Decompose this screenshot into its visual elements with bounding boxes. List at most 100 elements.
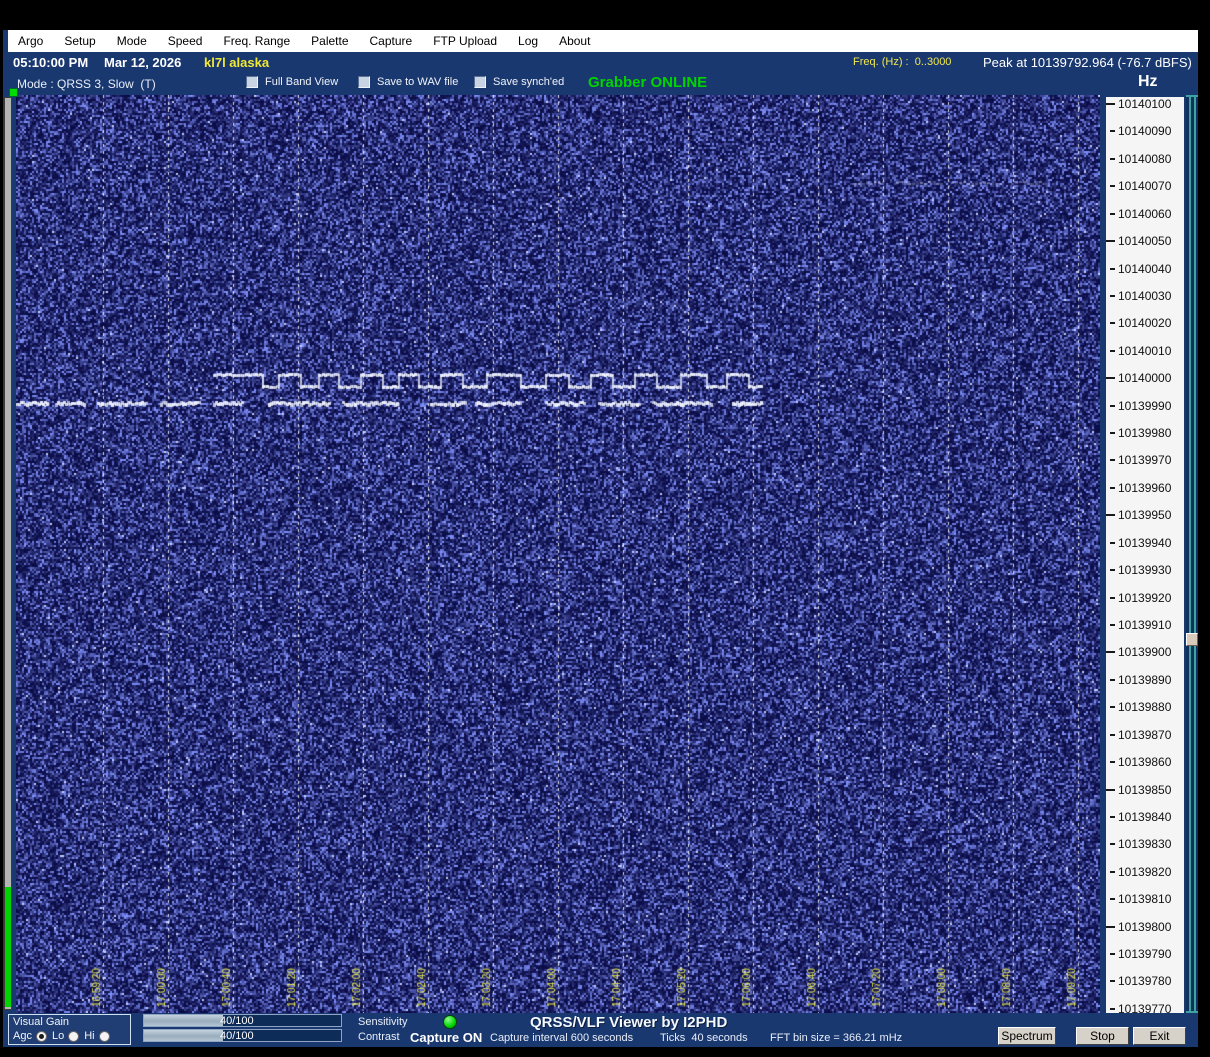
freq-tick [1110,734,1115,736]
freq-label-row: 10139810 [1106,892,1184,906]
freq-label: 10139910 [1118,618,1172,632]
freq-label-row: 10140030 [1106,289,1184,303]
freq-label: 10139880 [1118,700,1172,714]
freq-label-row: 10140020 [1106,316,1184,330]
frequency-scrollbar[interactable] [1186,95,1198,1013]
freq-label-row: 10139980 [1106,426,1184,440]
freq-tick [1110,980,1115,982]
freq-label-row: 10139780 [1106,974,1184,988]
checkbox-box-icon[interactable] [246,76,258,88]
freq-tick [1106,926,1115,928]
freq-label: 10140090 [1118,124,1172,138]
freq-label-row: 10139970 [1106,453,1184,467]
scrollbar-rail [1189,95,1191,1013]
menu-item-freq-range[interactable]: Freq. Range [223,34,290,48]
menu-item-setup[interactable]: Setup [64,34,95,48]
sensitivity-slider-fill [144,1015,223,1026]
exit-button[interactable]: Exit [1133,1027,1186,1045]
freq-label: 10139940 [1118,536,1172,550]
freq-label: 10140000 [1118,371,1172,385]
freq-label: 10139890 [1118,673,1172,687]
checkbox-box-icon[interactable] [474,76,486,88]
freq-range-readout: Freq. (Hz) : 0..3000 [853,56,952,68]
sensitivity-slider[interactable]: 40/100 [143,1014,342,1027]
menu-item-palette[interactable]: Palette [311,34,348,48]
visual-gain-radios: Agc Lo Hi [13,1030,110,1042]
checkbox-full-band-view[interactable]: Full Band View [246,76,338,88]
radio-lo[interactable]: Lo [52,1030,80,1042]
menu-item-ftp-upload[interactable]: FTP Upload [433,34,497,48]
freq-tick [1110,213,1115,215]
hz-axis-label: Hz [1138,73,1158,90]
freq-tick [1110,158,1115,160]
date: Mar 12, 2026 [104,55,182,70]
freq-label-row: 10139990 [1106,399,1184,413]
freq-label: 10140100 [1118,97,1172,111]
freq-label-row: 10140100 [1106,97,1184,111]
freq-label-row: 10139820 [1106,865,1184,879]
checkbox-save-synch-ed[interactable]: Save synch'ed [474,76,564,88]
menu-item-about[interactable]: About [559,34,590,48]
checkbox-save-to-wav-file[interactable]: Save to WAV file [358,76,458,88]
radio-circle-icon[interactable] [35,1030,47,1042]
freq-label: 10139790 [1118,947,1172,961]
freq-label-row: 10140000 [1106,371,1184,385]
freq-label-row: 10139870 [1106,728,1184,742]
menu-item-argo[interactable]: Argo [18,34,43,48]
bottom-bar: Visual Gain Agc Lo Hi 40/100 40/100 Sensit… [3,1013,1198,1047]
freq-tick [1110,816,1115,818]
freq-tick [1106,240,1115,242]
checkbox-box-icon[interactable] [358,76,370,88]
menu-bar: Argo Setup Mode Speed Freq. Range Palette Capt… [8,30,1198,52]
freq-tick [1110,679,1115,681]
freq-label: 10139800 [1118,920,1172,934]
freq-tick [1110,322,1115,324]
menu-item-capture[interactable]: Capture [370,34,413,48]
freq-tick [1110,268,1115,270]
scrollbar-cap [1186,95,1198,97]
freq-label: 10140060 [1118,207,1172,221]
menu-item-mode[interactable]: Mode [117,34,147,48]
freq-tick [1110,459,1115,461]
stop-button[interactable]: Stop [1076,1027,1129,1045]
freq-label-row: 10140070 [1106,179,1184,193]
freq-label-row: 10139900 [1106,645,1184,659]
radio-circle-icon[interactable] [68,1030,80,1042]
freq-label-row: 10140060 [1106,207,1184,221]
visual-gain-label: Visual Gain [13,1016,70,1028]
spectrum-button[interactable]: Spectrum [998,1027,1056,1045]
freq-label: 10139960 [1118,481,1172,495]
scrollbar-thumb[interactable] [1186,633,1198,646]
menu-item-speed[interactable]: Speed [168,34,203,48]
sensitivity-label: Sensitivity [358,1016,408,1028]
freq-label: 10139850 [1118,783,1172,797]
waterfall-display[interactable] [16,95,1100,1013]
capture-interval-info: Capture interval 600 seconds [490,1032,634,1044]
freq-label-row: 10140080 [1106,152,1184,166]
menu-item-log[interactable]: Log [518,34,538,48]
freq-label-row: 10139800 [1106,920,1184,934]
freq-tick [1110,953,1115,955]
contrast-label: Contrast [358,1031,400,1043]
freq-label: 10140030 [1118,289,1172,303]
radio-circle-icon[interactable] [98,1030,110,1042]
checkbox-label: Save synch'ed [493,76,565,88]
freq-tick [1110,898,1115,900]
contrast-slider[interactable]: 40/100 [143,1029,342,1042]
mode-label: Mode : QRSS 3, Slow (T) [17,77,156,91]
freq-label-row: 10139880 [1106,700,1184,714]
freq-tick [1110,405,1115,407]
freq-label: 10139900 [1118,645,1172,659]
freq-label: 10140080 [1118,152,1172,166]
freq-tick [1106,377,1115,379]
freq-label-row: 10140090 [1106,124,1184,138]
freq-label-row: 10139960 [1106,481,1184,495]
freq-label-row: 10139950 [1106,508,1184,522]
freq-label-row: 10140050 [1106,234,1184,248]
radio-hi[interactable]: Hi [84,1030,110,1042]
freq-label: 10140020 [1118,316,1172,330]
frequency-scale: 10140100 10140090 10140080 10140070 10140060… [1106,97,1184,1016]
scrollbar-rail [1194,95,1196,1013]
freq-tick [1110,569,1115,571]
radio-agc[interactable]: Agc [13,1030,47,1042]
